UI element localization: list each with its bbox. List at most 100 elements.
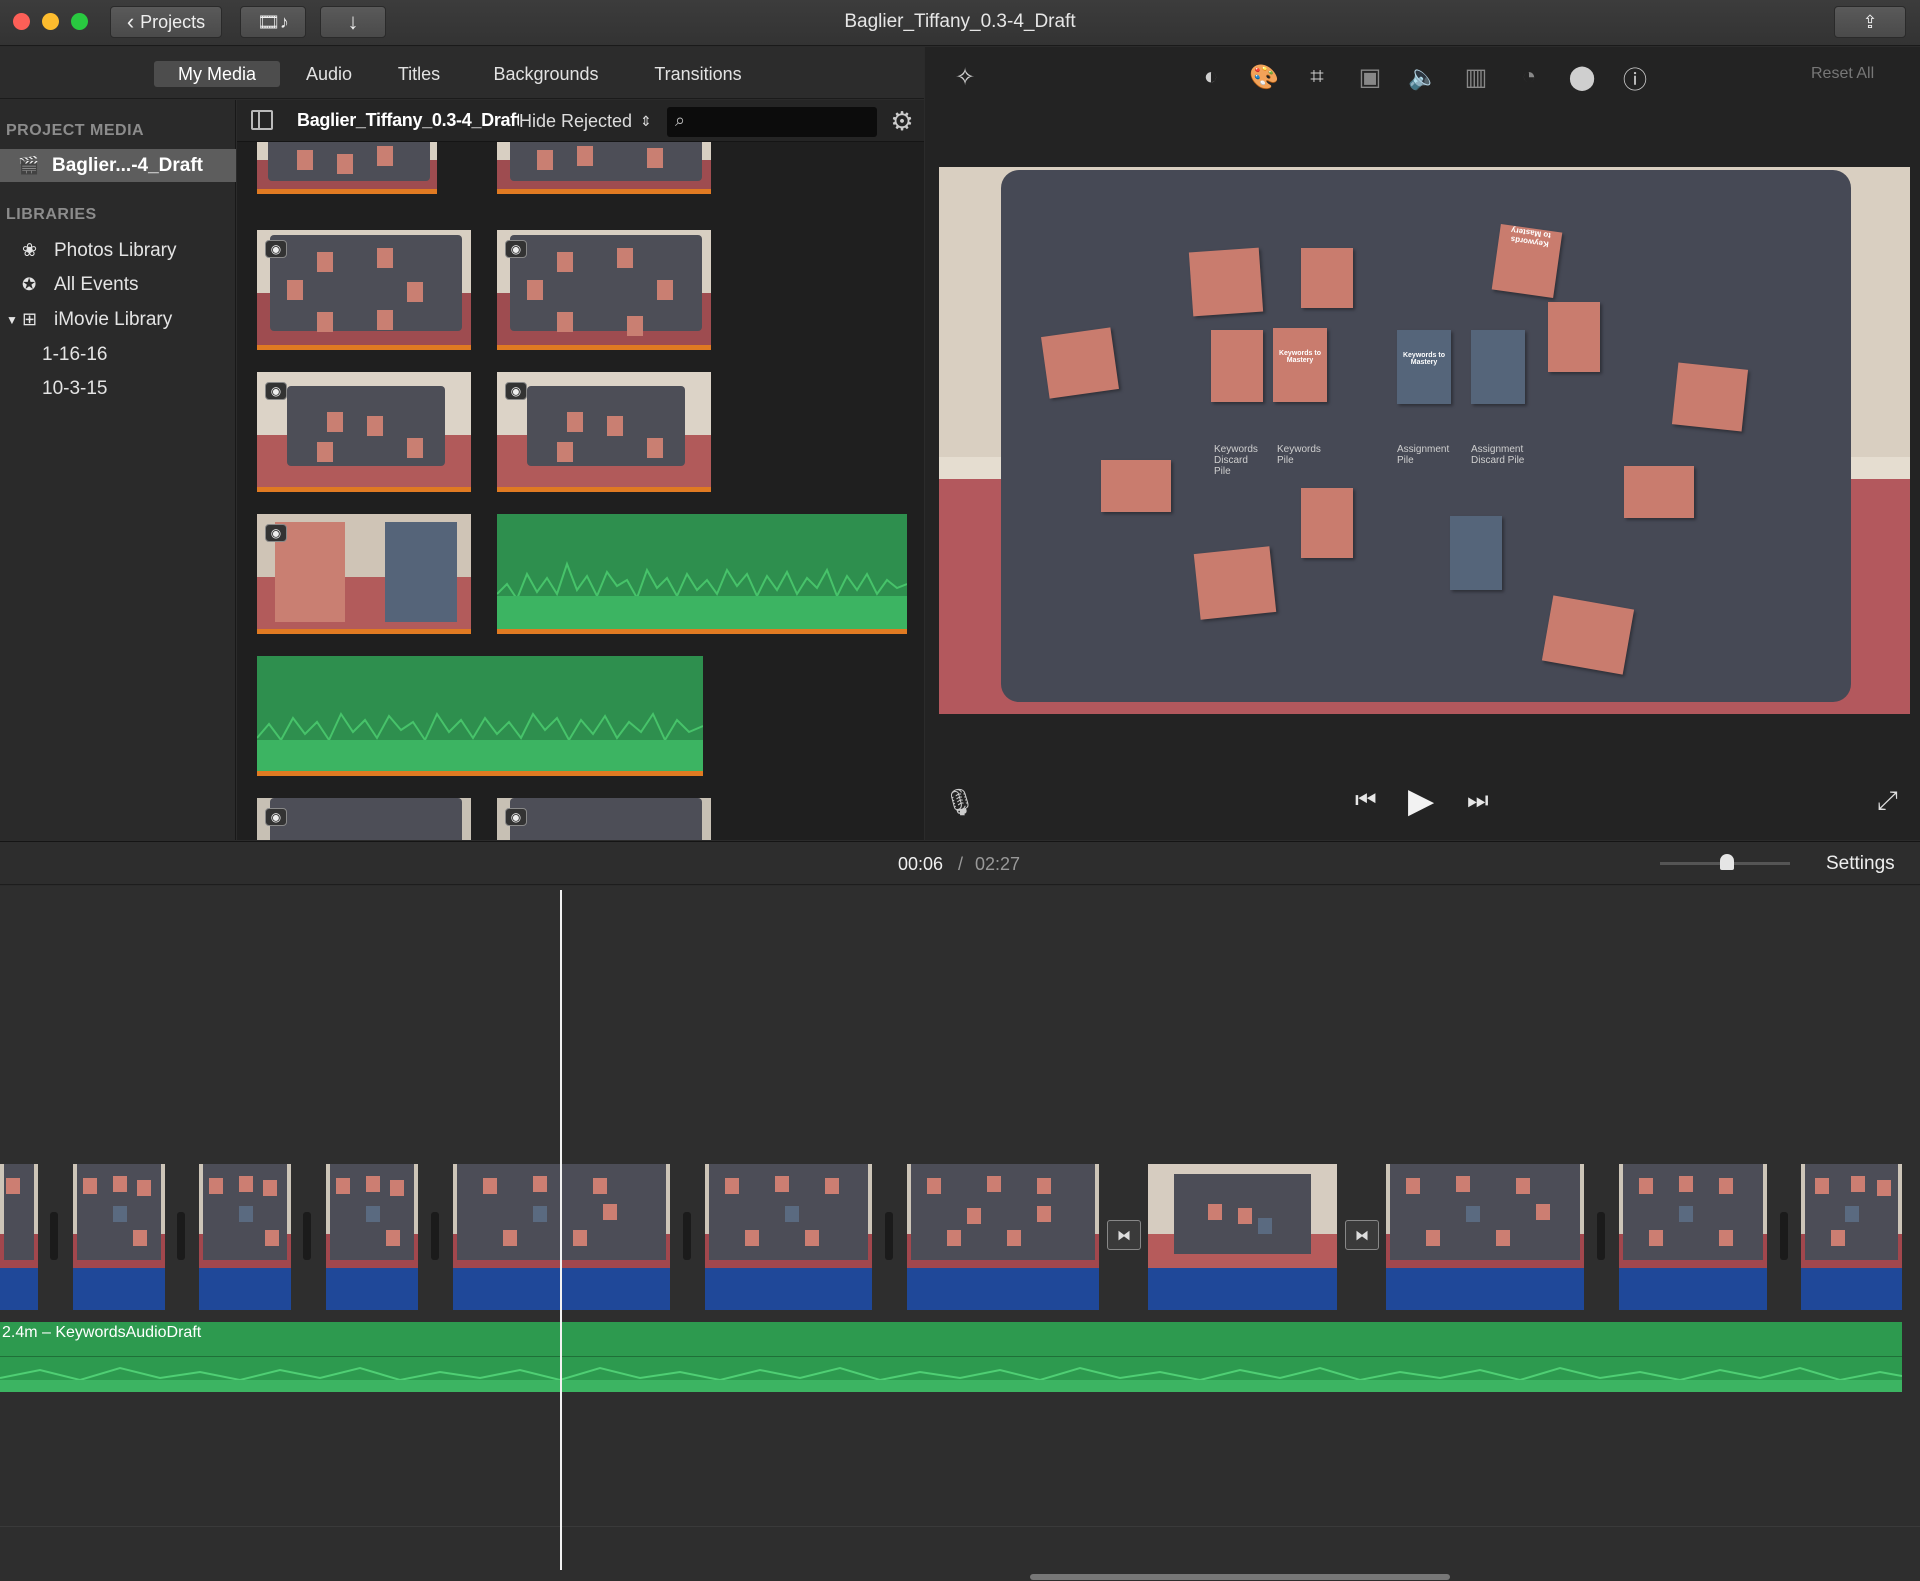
tab-my-media[interactable]: My Media xyxy=(154,61,280,87)
media-thumbnail[interactable]: ◉ xyxy=(497,798,711,840)
import-button[interactable]: ↓ xyxy=(320,6,386,38)
camera-icon: ◉ xyxy=(265,808,287,826)
reset-all-button[interactable]: Reset All xyxy=(1811,65,1874,83)
flower-icon: ❀ xyxy=(22,240,38,260)
tab-transitions[interactable]: Transitions xyxy=(636,61,760,87)
color-palette-icon[interactable]: 🎨 xyxy=(1246,59,1282,95)
microphone-icon[interactable]: 🎙 xyxy=(943,787,976,818)
video-preview[interactable]: Keywords to Mastery Keywords to Mastery … xyxy=(939,167,1910,714)
search-icon: ⌕ xyxy=(675,110,686,130)
sidebar-item-all-events[interactable]: ✪ All Events xyxy=(0,268,236,301)
keywords-pile-label: Keywords Pile xyxy=(1277,444,1321,466)
timeline-clip[interactable] xyxy=(199,1164,291,1310)
skip-back-icon[interactable]: ⏮ xyxy=(1355,787,1377,815)
sidebar-item-event-1[interactable]: 1-16-16 xyxy=(0,338,236,371)
timeline-clip[interactable] xyxy=(705,1164,872,1310)
media-thumbnail[interactable] xyxy=(497,142,711,194)
transition-icon[interactable]: ⧓ xyxy=(1107,1220,1141,1250)
playhead[interactable] xyxy=(560,890,562,1570)
filter-effects-icon[interactable]: ⬤ xyxy=(1564,59,1600,95)
total-duration: 02:27 xyxy=(975,854,1021,874)
libraries-heading: LIBRARIES xyxy=(6,206,97,223)
assignment-discard-label: Assignment Discard Pile xyxy=(1471,444,1525,466)
media-library-button[interactable]: 🎞♪ xyxy=(240,6,306,38)
timeline-clip[interactable] xyxy=(1619,1164,1767,1310)
media-thumbnail[interactable]: ◉ xyxy=(497,372,711,492)
stabilization-icon[interactable]: ▣ xyxy=(1352,59,1388,95)
equalizer-icon[interactable]: ▥ xyxy=(1458,59,1494,95)
clip-gap xyxy=(1597,1212,1605,1260)
card xyxy=(1624,466,1694,518)
volume-icon[interactable]: 🔈 xyxy=(1405,59,1441,95)
timeline-clip[interactable] xyxy=(1148,1164,1337,1310)
clip-gap xyxy=(303,1212,311,1260)
media-thumbnail[interactable]: ◉ xyxy=(257,798,471,840)
timeline-clip[interactable] xyxy=(907,1164,1099,1310)
sidebar-item-project[interactable]: 🎬 Baglier...-4_Draft xyxy=(0,149,236,182)
camera-icon: ◉ xyxy=(505,382,527,400)
magic-wand-icon[interactable]: ✧ xyxy=(947,59,983,95)
skip-forward-icon[interactable]: ⏭ xyxy=(1467,787,1489,815)
projects-button[interactable]: ‹ Projects xyxy=(110,6,222,38)
media-thumbnail[interactable]: ◉ xyxy=(257,230,471,350)
sidebar-item-event-2[interactable]: 10-3-15 xyxy=(0,372,236,405)
card-title: Keywords to Mastery xyxy=(1278,350,1321,364)
tab-audio[interactable]: Audio xyxy=(294,61,364,87)
viewer: Keywords to Mastery Keywords to Mastery … xyxy=(925,147,1920,840)
play-icon[interactable]: ▶ xyxy=(1408,781,1434,821)
timeline-header: 00:06 / 02:27 Settings xyxy=(0,841,1920,885)
title-bar: ‹ Projects 🎞♪ ↓ Baglier_Tiffany_0.3-4_Dr… xyxy=(0,0,1920,46)
card-stack xyxy=(1041,327,1119,399)
search-field[interactable]: ⌕ xyxy=(667,107,877,137)
tab-backgrounds[interactable]: Backgrounds xyxy=(476,61,616,87)
timeline-clip[interactable] xyxy=(0,1164,38,1310)
media-tabs: My Media Audio Titles Backgrounds Transi… xyxy=(0,47,924,99)
background-audio-clip[interactable]: 2.4m – KeywordsAudioDraft xyxy=(0,1322,1902,1392)
audio-clip-thumbnail[interactable] xyxy=(497,514,907,634)
audio-clip-thumbnail[interactable] xyxy=(257,656,703,776)
media-thumbnail[interactable]: ◉ xyxy=(257,372,471,492)
waveform-graphic xyxy=(497,561,907,629)
speed-icon[interactable]: ◔ xyxy=(1511,59,1547,95)
card xyxy=(1301,488,1353,558)
search-input[interactable] xyxy=(697,110,869,132)
clip-gap xyxy=(431,1212,439,1260)
media-thumbnail[interactable]: ◉ xyxy=(497,230,711,350)
tab-titles[interactable]: Titles xyxy=(384,61,454,87)
camera-icon: ◉ xyxy=(265,382,287,400)
card-stack xyxy=(1193,546,1277,620)
color-balance-icon[interactable]: ◐ xyxy=(1193,59,1229,95)
disclosure-triangle-icon[interactable]: ▼ xyxy=(6,313,20,327)
transition-icon[interactable]: ⧓ xyxy=(1345,1220,1379,1250)
filter-dropdown[interactable]: Hide Rejected ⇕ xyxy=(519,109,652,133)
timeline-clip[interactable] xyxy=(1801,1164,1902,1310)
window-title: Baglier_Tiffany_0.3-4_Draft xyxy=(844,11,1076,32)
share-button[interactable]: ⇪ xyxy=(1834,6,1906,38)
sidebar-toggle-icon[interactable] xyxy=(251,110,273,130)
card: Keywords to Mastery xyxy=(1397,330,1451,404)
updown-chevron-icon: ⇕ xyxy=(640,112,652,129)
media-thumbnail[interactable]: ◉ xyxy=(257,514,471,634)
camera-icon: ◉ xyxy=(505,808,527,826)
info-icon[interactable]: ⓘ xyxy=(1617,59,1653,95)
grid-icon: ⊞ xyxy=(22,309,38,329)
sidebar-item-imovie-library[interactable]: ▼ ⊞ iMovie Library xyxy=(0,303,236,336)
gear-icon[interactable]: ⚙ xyxy=(887,106,917,136)
media-thumbnail[interactable] xyxy=(257,142,437,194)
fullscreen-icon[interactable]: ⤢ xyxy=(1877,785,1898,817)
timeline-clip[interactable] xyxy=(73,1164,165,1310)
card-stack xyxy=(1188,247,1264,317)
zoom-window-button[interactable] xyxy=(71,13,88,30)
card xyxy=(1471,330,1525,404)
timeline-clip[interactable] xyxy=(1386,1164,1584,1310)
minimize-window-button[interactable] xyxy=(42,13,59,30)
close-window-button[interactable] xyxy=(13,13,30,30)
horizontal-scrollbar[interactable] xyxy=(1030,1574,1450,1580)
sidebar-item-photos-library[interactable]: ❀ Photos Library xyxy=(0,234,236,267)
adjustments-bar: ✧ ◐ 🎨 ⌗ ▣ 🔈 ▥ ◔ ⬤ ⓘ Reset All xyxy=(925,47,1920,147)
timeline-clip[interactable] xyxy=(326,1164,418,1310)
settings-button[interactable]: Settings xyxy=(1826,853,1895,875)
assignment-pile-label: Assignment Pile xyxy=(1397,444,1450,466)
crop-icon[interactable]: ⌗ xyxy=(1299,59,1335,95)
zoom-slider-thumb[interactable] xyxy=(1720,854,1734,870)
